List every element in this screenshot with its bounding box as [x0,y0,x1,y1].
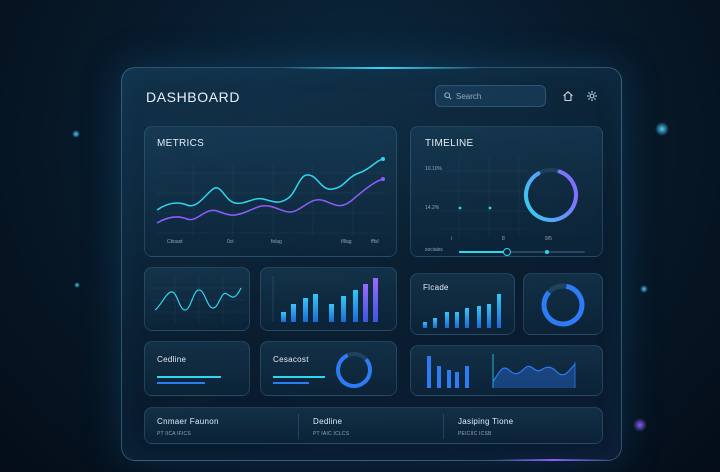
flcade-bar-chart [423,294,501,328]
footer-panel: Cnmaer Faunon PT IICA IFICS Dedline PT I… [144,407,603,444]
flcade-label: Flcade [423,283,449,292]
timeline-tick: 8 [502,236,505,242]
bar-chart-panel[interactable] [260,267,397,331]
cesacost-donut [336,352,372,388]
search-icon [444,92,452,100]
cesacost-bar [273,382,309,384]
footer-item-title: Cnmaer Faunon [157,417,219,426]
timeline-tick: i [451,236,453,242]
flcade-panel[interactable]: Flcade [410,273,515,335]
background-glow [655,122,669,136]
timeline-panel[interactable]: TIMELINE 10.10% 14.2% i 8 9/5 sociaiss [410,126,603,257]
cesacost-label: Cesacost [273,355,309,364]
metrics-panel[interactable]: METRICS Ctioast 0ct felag Ifllag fffsl [144,126,397,257]
background-glow [633,418,647,432]
bar-chart [272,276,378,322]
axis-label: fffsl [371,239,379,245]
donut-chart [541,283,585,327]
footer-item-title: Dedline [313,417,343,426]
search-box[interactable] [435,85,546,107]
metrics-label: METRICS [157,138,205,149]
search-input[interactable] [452,91,536,101]
cedline-label: Cedline [157,355,187,364]
combo-bar-chart [427,356,469,388]
timeline-slider-fill [459,251,507,253]
timeline-slider-handle[interactable] [502,248,511,256]
dashboard-window: DASHBOARD METRICS [121,67,622,461]
background-glow [72,130,80,138]
axis-label: Ctioast [167,239,183,245]
divider [443,414,444,439]
axis-label: 0ct [227,239,234,245]
timeline-row-label: 10.10% [425,166,442,172]
wave-chart [151,276,245,324]
background-glow [640,285,648,293]
cedline-panel[interactable]: Cedline [144,341,250,396]
wave-panel[interactable] [144,267,250,331]
cesacost-bar [273,376,325,378]
timeline-row-label: 14.2% [425,205,440,211]
slider-label: sociaiss [425,247,443,253]
footer-item-sub: PEICIIC ICSB [458,431,492,437]
timeline-slider-track[interactable] [459,248,585,256]
cesacost-panel[interactable]: Cesacost [260,341,397,396]
timeline-label: TIMELINE [425,138,474,149]
axis-label: Ifllag [341,239,352,245]
footer-item-sub: PT IAIC ICLCS [313,431,350,437]
frame-highlight [493,459,613,461]
timeline-ring-chart [524,168,578,222]
slider-marker [545,250,549,254]
frame-highlight [282,67,482,69]
combo-chart-panel[interactable] [410,345,603,396]
footer-item-sub: PT IICA IFICS [157,431,191,437]
background-glow [74,282,80,288]
metrics-line-chart [156,157,385,237]
divider [298,414,299,439]
axis-label: felag [271,239,282,245]
gear-icon[interactable] [586,90,598,102]
timeline-grid [441,157,526,237]
combo-area-chart [492,354,576,388]
home-icon[interactable] [562,90,574,102]
timeline-tick: 9/5 [545,236,552,242]
cedline-bar [157,382,205,384]
cedline-bar [157,376,221,378]
page-title: DASHBOARD [146,89,241,105]
footer-item-title: Jasiping Tione [458,417,514,426]
donut-panel[interactable] [523,273,603,335]
